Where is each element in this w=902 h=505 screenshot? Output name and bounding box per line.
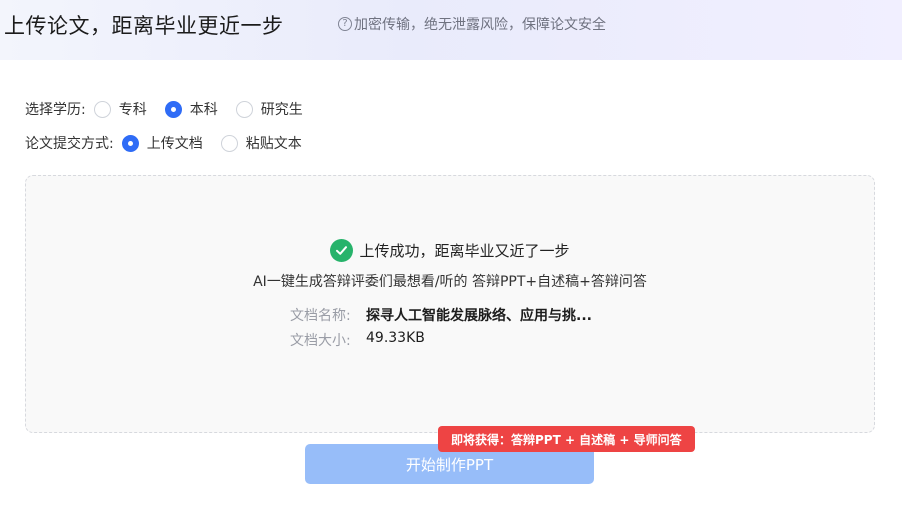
submit-method-upload[interactable]: 上传文档 bbox=[121, 133, 203, 153]
page-header: 上传论文，距离毕业更近一步 ? 加密传输，绝无泄露风险，保障论文安全 bbox=[0, 0, 902, 60]
file-name-row: 文档名称: 探寻人工智能发展脉络、应用与挑... bbox=[290, 305, 592, 325]
file-name-value: 探寻人工智能发展脉络、应用与挑... bbox=[366, 308, 592, 324]
security-hint: ? 加密传输，绝无泄露风险，保障论文安全 bbox=[338, 14, 606, 34]
education-selector: 选择学历: 专科 本科 研究生 bbox=[25, 99, 313, 119]
radio-bachelor[interactable] bbox=[164, 100, 182, 118]
question-circle-icon: ? bbox=[338, 17, 352, 31]
radio-graduate[interactable] bbox=[235, 100, 253, 118]
file-size-row: 文档大小: 49.33KB bbox=[290, 330, 425, 350]
education-option-graduate[interactable]: 研究生 bbox=[235, 99, 303, 119]
education-option-bachelor[interactable]: 本科 bbox=[164, 99, 218, 119]
page-title: 上传论文，距离毕业更近一步 bbox=[4, 14, 284, 38]
submit-method-selector: 论文提交方式: 上传文档 粘贴文本 bbox=[25, 133, 312, 153]
submit-method-option-label: 粘贴文本 bbox=[245, 136, 302, 152]
upload-success-text: 上传成功，距离毕业又近了一步 bbox=[359, 242, 570, 260]
security-hint-text: 加密传输，绝无泄露风险，保障论文安全 bbox=[354, 17, 606, 33]
education-option-college[interactable]: 专科 bbox=[93, 99, 147, 119]
education-option-label: 专科 bbox=[118, 102, 147, 118]
education-label: 选择学历: bbox=[25, 102, 86, 118]
check-circle-icon bbox=[330, 239, 354, 262]
file-size-label: 文档大小: bbox=[290, 333, 351, 349]
upload-dropzone[interactable]: 上传成功，距离毕业又近了一步 AI一键生成答辩评委们最想看/听的 答辩PPT+自… bbox=[25, 175, 875, 433]
upload-subtitle: AI一键生成答辩评委们最想看/听的 答辩PPT+自述稿+答辩问答 bbox=[253, 274, 647, 290]
promo-badge: 即将获得：答辩PPT + 自述稿 + 导师问答 bbox=[438, 426, 695, 452]
education-option-label: 研究生 bbox=[260, 102, 303, 118]
radio-college[interactable] bbox=[93, 100, 111, 118]
radio-paste-text[interactable] bbox=[220, 134, 238, 152]
submit-method-paste[interactable]: 粘贴文本 bbox=[220, 133, 302, 153]
file-name-label: 文档名称: bbox=[290, 308, 351, 324]
file-size-value: 49.33KB bbox=[366, 330, 425, 346]
submit-method-label: 论文提交方式: bbox=[25, 136, 114, 152]
submit-method-option-label: 上传文档 bbox=[146, 136, 203, 152]
upload-success-message: 上传成功，距离毕业又近了一步 bbox=[26, 239, 874, 262]
education-option-label: 本科 bbox=[189, 102, 218, 118]
radio-upload-doc[interactable] bbox=[121, 134, 139, 152]
